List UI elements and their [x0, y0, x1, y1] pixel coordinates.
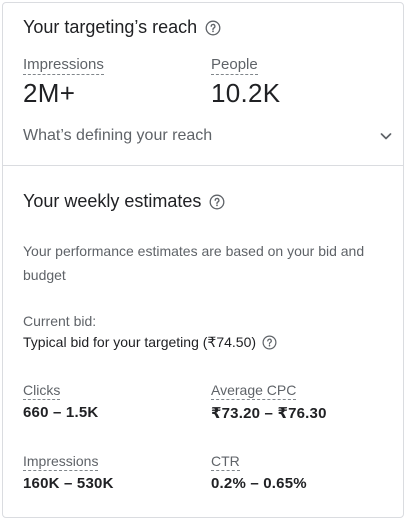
defining-reach-expander[interactable]: What’s defining your reach	[23, 123, 393, 149]
help-circle-icon[interactable]	[209, 194, 225, 210]
impressions-value: 2M+	[23, 78, 76, 108]
help-circle-icon[interactable]	[262, 335, 277, 350]
people-label[interactable]: People	[211, 56, 258, 75]
help-circle-icon[interactable]	[205, 20, 221, 36]
impressions-estimate-value: 160K – 530K	[23, 475, 114, 492]
average-cpc-value: ₹73.20 – ₹76.30	[211, 405, 327, 422]
reach-title: Your targeting’s reach	[23, 17, 198, 37]
average-cpc-label[interactable]: Average CPC	[211, 382, 297, 400]
chevron-down-icon	[379, 129, 393, 143]
reach-title-row: Your targeting’s reach	[23, 17, 221, 38]
clicks-label[interactable]: Clicks	[23, 382, 61, 400]
impressions-estimate-label[interactable]: Impressions	[23, 453, 99, 471]
targeting-reach-section: Your targeting’s reach Impressions 2M+ P…	[3, 3, 403, 166]
current-bid-label: Current bid:	[23, 313, 97, 329]
impressions-label[interactable]: Impressions	[23, 56, 104, 75]
typical-bid-text: Typical bid for your targeting (₹74.50)	[23, 334, 257, 350]
ctr-value: 0.2% – 0.65%	[211, 475, 307, 492]
people-value: 10.2K	[211, 78, 281, 108]
estimates-title: Your weekly estimates	[23, 191, 202, 211]
defining-reach-label: What’s defining your reach	[23, 127, 213, 144]
estimates-title-row: Your weekly estimates	[23, 191, 225, 212]
estimates-description: Your performance estimates are based on …	[23, 243, 365, 283]
typical-bid-row: Typical bid for your targeting (₹74.50)	[23, 334, 277, 351]
reach-estimates-card: Your targeting’s reach Impressions 2M+ P…	[2, 2, 404, 518]
clicks-value: 660 – 1.5K	[23, 404, 99, 421]
ctr-label[interactable]: CTR	[211, 453, 240, 471]
